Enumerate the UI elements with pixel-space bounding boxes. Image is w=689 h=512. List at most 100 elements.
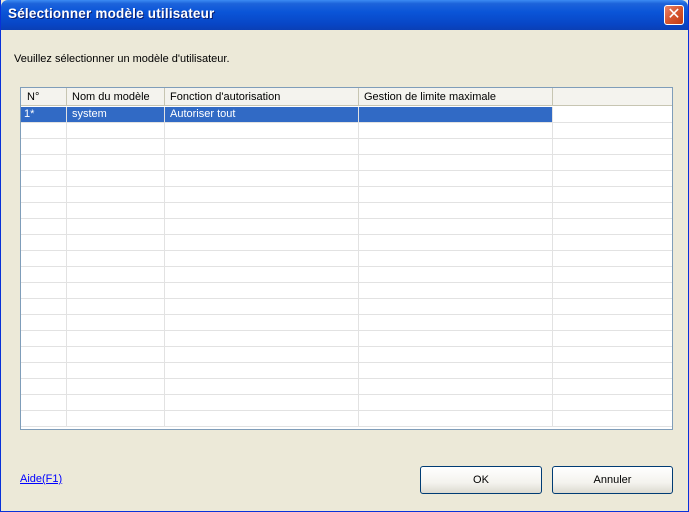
table-cell [359, 123, 553, 138]
empty-row [21, 123, 672, 139]
empty-row [21, 235, 672, 251]
table-cell-filler [553, 107, 672, 122]
table-cell [67, 379, 165, 394]
window-title: Sélectionner modèle utilisateur [8, 6, 215, 21]
table-cell [359, 395, 553, 410]
table-cell [359, 203, 553, 218]
table-cell [359, 347, 553, 362]
table-cell [165, 235, 359, 250]
table-cell [67, 203, 165, 218]
dialog-window: Sélectionner modèle utilisateur ✕ Veuill… [0, 0, 689, 512]
table-cell [67, 299, 165, 314]
table-cell [165, 395, 359, 410]
table-cell [165, 187, 359, 202]
table-cell [165, 155, 359, 170]
table-cell [165, 171, 359, 186]
template-list[interactable]: N° Nom du modèle Fonction d'autorisation… [20, 87, 673, 430]
empty-row [21, 155, 672, 171]
table-cell: Autoriser tout [165, 107, 359, 122]
empty-row [21, 171, 672, 187]
table-cell [67, 251, 165, 266]
table-cell-filler [553, 395, 672, 410]
empty-row [21, 411, 672, 427]
table-cell [359, 299, 553, 314]
empty-row [21, 379, 672, 395]
table-cell [165, 283, 359, 298]
table-cell [21, 171, 67, 186]
close-button[interactable]: ✕ [664, 4, 684, 25]
table-cell-filler [553, 315, 672, 330]
column-header-authorization[interactable]: Fonction d'autorisation [165, 88, 359, 106]
table-cell [67, 139, 165, 154]
table-row[interactable]: 1* system Autoriser tout [21, 107, 672, 123]
table-cell [165, 251, 359, 266]
column-header-max-limit[interactable]: Gestion de limite maximale [359, 88, 553, 106]
title-bar[interactable]: Sélectionner modèle utilisateur ✕ [1, 0, 688, 30]
table-cell [165, 315, 359, 330]
table-cell-filler [553, 219, 672, 234]
table-cell [359, 315, 553, 330]
table-cell [67, 155, 165, 170]
table-cell-filler [553, 283, 672, 298]
empty-row [21, 219, 672, 235]
table-cell [21, 379, 67, 394]
table-cell [67, 123, 165, 138]
table-cell [21, 331, 67, 346]
table-cell [359, 283, 553, 298]
table-cell [359, 107, 553, 122]
empty-row [21, 283, 672, 299]
table-cell [359, 139, 553, 154]
table-cell [165, 363, 359, 378]
empty-row [21, 203, 672, 219]
table-cell [359, 379, 553, 394]
table-cell-filler [553, 251, 672, 266]
table-cell [21, 347, 67, 362]
table-cell [359, 363, 553, 378]
table-cell [165, 267, 359, 282]
table-cell-filler [553, 187, 672, 202]
table-cell-filler [553, 171, 672, 186]
table-cell [67, 363, 165, 378]
table-cell [359, 235, 553, 250]
empty-row [21, 363, 672, 379]
table-cell [67, 187, 165, 202]
table-cell [21, 123, 67, 138]
table-cell [359, 187, 553, 202]
table-cell [165, 331, 359, 346]
table-cell [359, 267, 553, 282]
table-cell [359, 155, 553, 170]
ok-button[interactable]: OK [420, 466, 542, 494]
table-cell [165, 139, 359, 154]
empty-row [21, 251, 672, 267]
table-cell-filler [553, 299, 672, 314]
table-cell-filler [553, 123, 672, 138]
table-cell [67, 347, 165, 362]
table-cell [67, 219, 165, 234]
table-cell [67, 267, 165, 282]
table-cell-filler [553, 235, 672, 250]
table-cell [21, 283, 67, 298]
table-cell [67, 331, 165, 346]
table-cell [165, 379, 359, 394]
table-cell [67, 235, 165, 250]
table-cell-filler [553, 203, 672, 218]
table-cell [359, 219, 553, 234]
empty-row [21, 331, 672, 347]
column-header-number[interactable]: N° [21, 88, 67, 106]
table-cell-filler [553, 139, 672, 154]
cancel-button[interactable]: Annuler [552, 466, 673, 494]
help-link[interactable]: Aide(F1) [20, 473, 62, 485]
table-cell [21, 395, 67, 410]
table-cell [165, 219, 359, 234]
table-cell [67, 171, 165, 186]
list-header: N° Nom du modèle Fonction d'autorisation… [21, 88, 672, 106]
table-cell [21, 267, 67, 282]
table-cell [21, 299, 67, 314]
table-cell [21, 187, 67, 202]
column-header-template-name[interactable]: Nom du modèle [67, 88, 165, 106]
table-cell-filler [553, 379, 672, 394]
table-cell-filler [553, 411, 672, 426]
table-cell [165, 411, 359, 426]
table-cell [359, 251, 553, 266]
table-cell [21, 203, 67, 218]
